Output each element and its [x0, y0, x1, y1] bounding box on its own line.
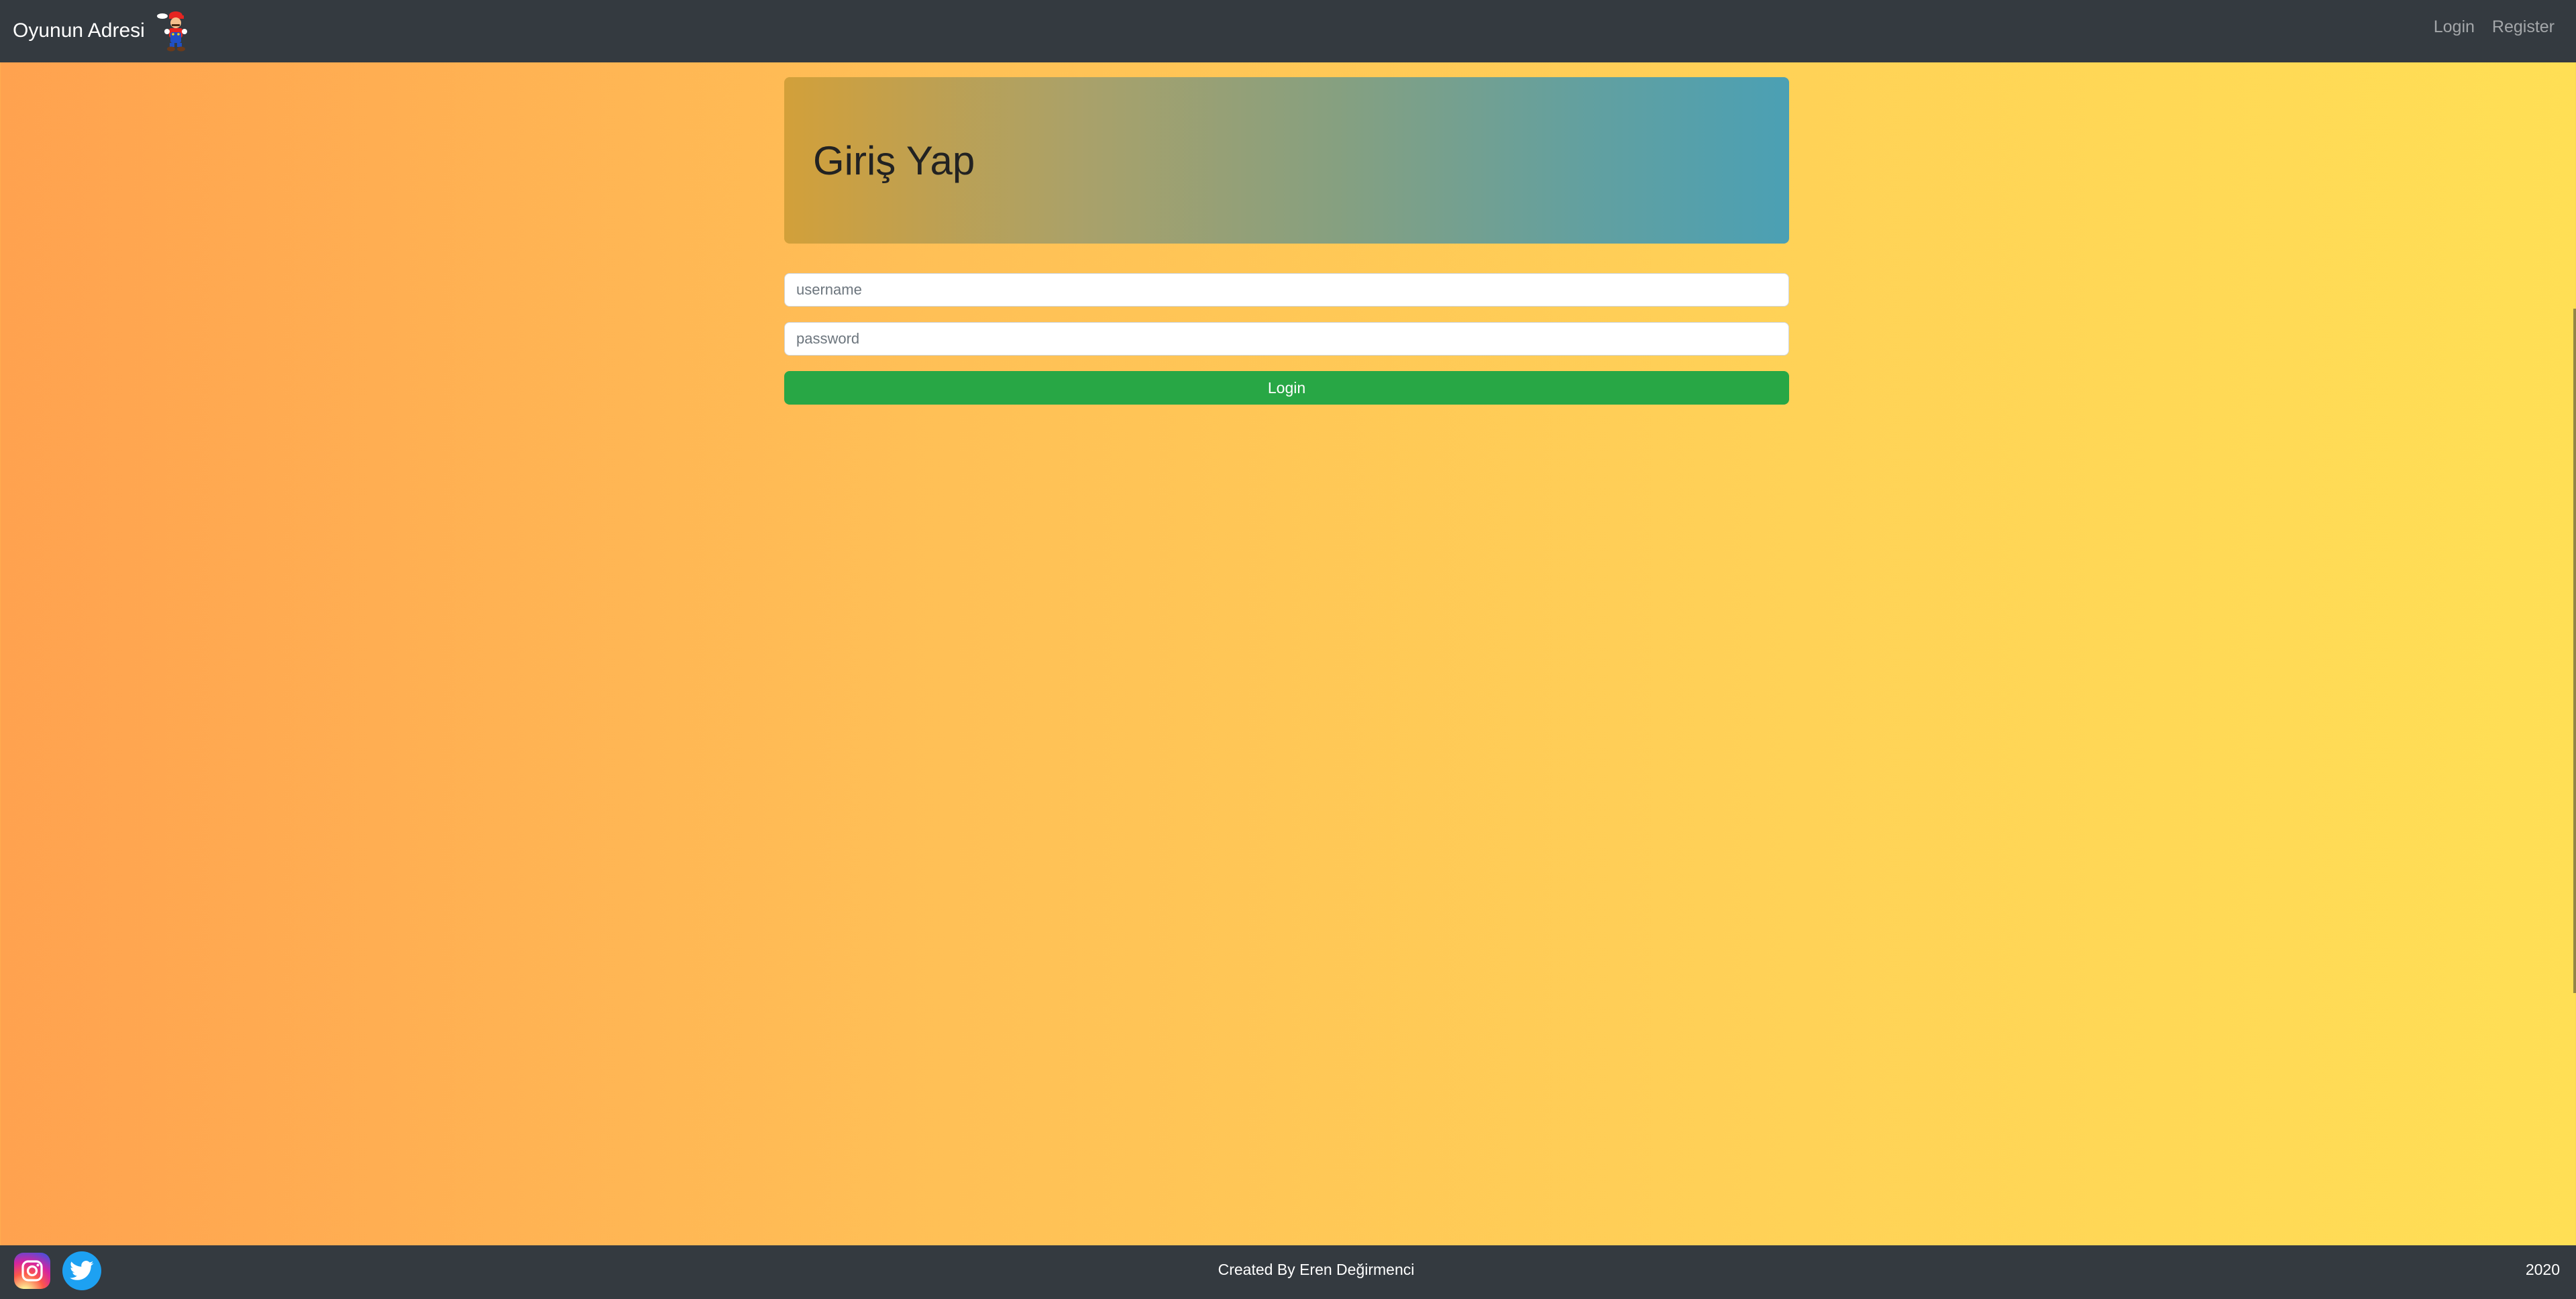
top-navbar: Oyunun Adresi Login Register	[0, 0, 2576, 62]
social-links	[14, 1251, 101, 1290]
nav-links: Login Register	[2434, 17, 2555, 37]
instagram-icon[interactable]	[14, 1253, 50, 1289]
nav-register-link[interactable]: Register	[2492, 17, 2555, 37]
footer-credit: Created By Eren Değirmenci	[1218, 1261, 1415, 1278]
brand-link[interactable]: Oyunun Adresi	[13, 11, 191, 52]
password-input[interactable]	[784, 322, 1789, 356]
nav-login-link[interactable]: Login	[2434, 17, 2475, 37]
twitter-icon[interactable]	[62, 1251, 101, 1290]
login-button[interactable]: Login	[784, 371, 1789, 405]
login-container: Giriş Yap Login	[784, 77, 1789, 405]
page-title: Giriş Yap	[813, 138, 975, 183]
username-input[interactable]	[784, 273, 1789, 307]
login-header-banner: Giriş Yap	[784, 77, 1789, 244]
brand-title: Oyunun Adresi	[13, 19, 145, 42]
mario-mascot-icon	[156, 11, 187, 52]
scrollbar[interactable]	[2573, 309, 2576, 993]
footer-credit-wrapper: Created By Eren Değirmenci	[0, 1261, 2576, 1279]
footer-year: 2020	[2525, 1261, 2560, 1278]
page-footer: Created By Eren Değirmenci 2020	[0, 1245, 2576, 1299]
